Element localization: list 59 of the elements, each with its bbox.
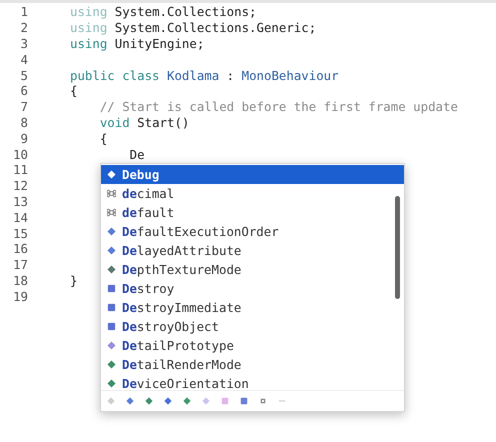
completion-item[interactable]: DepthTextureMode: [101, 260, 394, 279]
line-number: 5: [20, 68, 28, 83]
diamond-icon: [107, 360, 116, 369]
line-number: 1: [20, 4, 28, 20]
diamond-icon[interactable]: [183, 397, 191, 405]
code-line: // Start is called before the first frame update: [98, 99, 458, 114]
code-line: public class Kodlama : MonoBehaviour: [70, 68, 339, 83]
code-line: {: [70, 83, 78, 98]
line-number: 11: [12, 162, 28, 178]
completion-item[interactable]: DetailPrototype: [101, 336, 394, 355]
line-number: 4: [20, 52, 28, 67]
diamond-icon: [107, 341, 116, 350]
square-icon: [107, 322, 116, 331]
code-line: using UnityEngine;: [70, 36, 204, 51]
completion-item[interactable]: Debug: [101, 165, 404, 184]
diamond-icon[interactable]: [126, 397, 134, 405]
code-line: using System.Collections;: [70, 4, 257, 20]
completion-item[interactable]: default: [101, 203, 394, 222]
completion-item[interactable]: DelayedAttribute: [101, 241, 394, 260]
code-line: void Start(): [98, 114, 190, 130]
line-number: 7: [20, 99, 28, 114]
completion-item[interactable]: DeviceOrientation: [101, 374, 394, 393]
completion-item[interactable]: Destroy: [101, 279, 394, 298]
completion-item[interactable]: DestroyImmediate: [101, 298, 394, 317]
completion-item[interactable]: DestroyObject: [101, 317, 394, 336]
diamond-icon: [107, 265, 116, 274]
line-number: 9: [20, 130, 28, 146]
square-icon: [107, 303, 116, 312]
completion-item[interactable]: decimal: [101, 184, 394, 203]
line-number: 12: [12, 178, 28, 194]
code-line: {: [98, 130, 108, 146]
line-number: 6: [20, 83, 28, 98]
command-icon[interactable]: [259, 397, 267, 405]
diamond-icon: [107, 246, 116, 255]
completion-item[interactable]: DetailRenderMode: [101, 355, 394, 374]
code-line: }: [70, 272, 78, 288]
line-number: 17: [12, 257, 28, 272]
square-icon[interactable]: [240, 397, 248, 405]
diamond-icon: [107, 227, 116, 236]
line-number: 8: [20, 114, 28, 130]
command-icon: [107, 189, 116, 198]
diamond-icon[interactable]: [164, 397, 172, 405]
diamond-icon: [107, 170, 116, 179]
line-number: 18: [12, 272, 28, 288]
line-number: 2: [20, 20, 28, 36]
command-icon: [107, 208, 116, 217]
line-number: 3: [20, 36, 28, 51]
line-number: 15: [12, 226, 28, 241]
code-line: using System.Collections.Generic;: [70, 20, 316, 36]
square-icon: [107, 284, 116, 293]
diamond-icon[interactable]: [145, 397, 153, 405]
completion-item[interactable]: DefaultExecutionOrder: [101, 222, 394, 241]
scrollbar-thumb[interactable]: [395, 196, 400, 299]
line-number: 14: [12, 210, 28, 225]
line-number: 16: [12, 241, 28, 256]
line-number: 10: [12, 146, 28, 162]
code-line: De: [128, 146, 145, 162]
line-number: 19: [12, 288, 28, 304]
line-number: 13: [12, 194, 28, 209]
